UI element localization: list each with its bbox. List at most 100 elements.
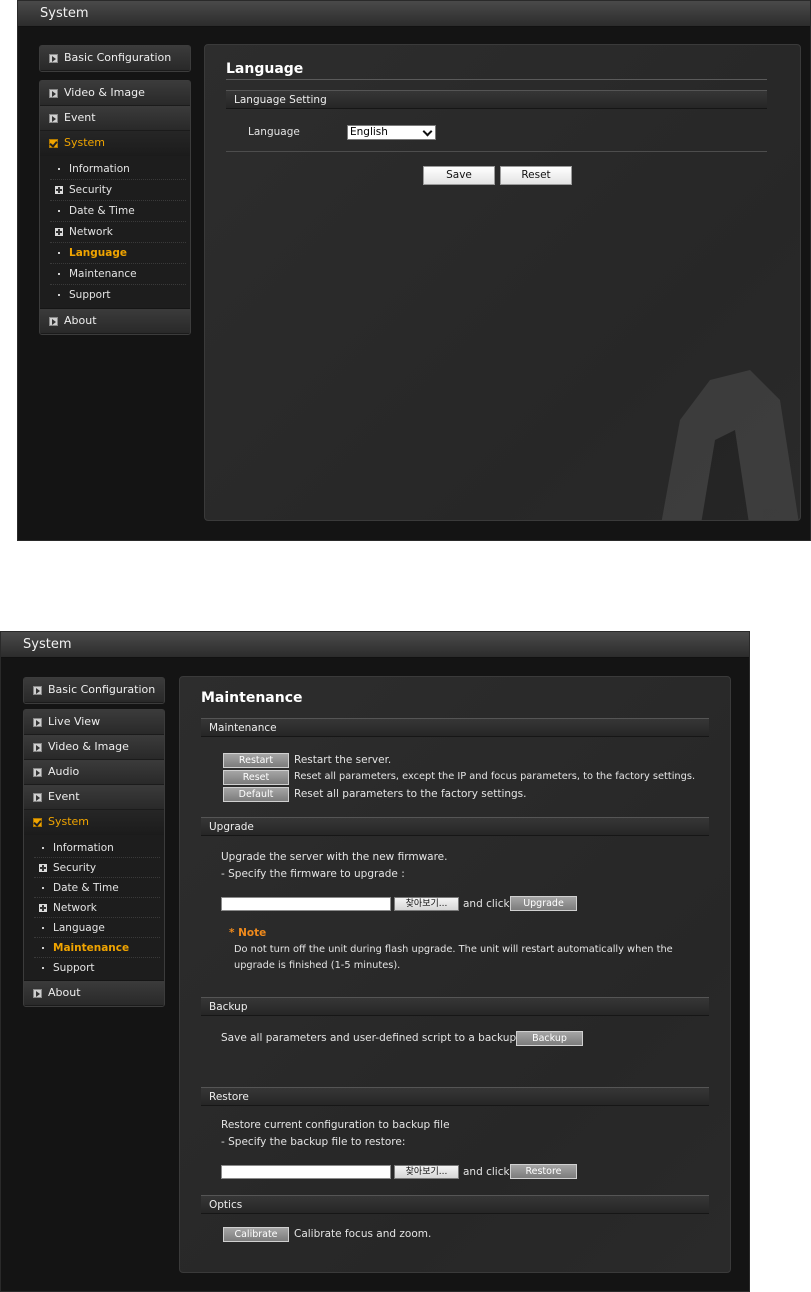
menu-item-basic-configuration[interactable]: Basic Configuration bbox=[24, 678, 164, 703]
default-button[interactable]: Default bbox=[223, 787, 289, 802]
arrow-icon bbox=[33, 686, 42, 695]
menu-item-label: Video & Image bbox=[48, 740, 129, 753]
arrow-icon bbox=[33, 718, 42, 727]
language-select[interactable]: English bbox=[347, 125, 436, 140]
chevron-down-icon bbox=[422, 126, 433, 137]
restore-button[interactable]: Restore bbox=[510, 1164, 577, 1179]
arrow-icon bbox=[49, 89, 58, 98]
menu-item-live-view[interactable]: Live View bbox=[24, 710, 164, 735]
submenu-item-support[interactable]: Support bbox=[34, 958, 160, 978]
arrow-icon bbox=[33, 768, 42, 777]
expand-plus-icon[interactable] bbox=[39, 904, 47, 912]
section-header-restore: Restore bbox=[201, 1087, 709, 1106]
submenu-label: Security bbox=[69, 184, 113, 196]
arrow-icon bbox=[33, 989, 42, 998]
upgrade-specify-text: - Specify the firmware to upgrade : bbox=[221, 868, 405, 880]
section-header-optics: Optics bbox=[201, 1195, 709, 1214]
submenu-label: Date & Time bbox=[69, 205, 135, 217]
arrow-icon bbox=[33, 743, 42, 752]
menu-item-video-image[interactable]: Video & Image bbox=[24, 735, 164, 760]
menu-item-label: Video & Image bbox=[64, 86, 145, 99]
submenu-item-maintenance[interactable]: Maintenance bbox=[34, 938, 160, 958]
reset-description: Reset all parameters, except the IP and … bbox=[294, 771, 696, 782]
bullet-icon bbox=[58, 273, 60, 275]
menu-group-basic: Basic Configuration bbox=[39, 45, 191, 72]
submenu-item-maintenance[interactable]: Maintenance bbox=[50, 264, 186, 285]
note-line-1: Do not turn off the unit during flash up… bbox=[234, 944, 673, 955]
system-submenu: Information Security Date & Time Network… bbox=[24, 835, 164, 981]
menu-item-label: About bbox=[48, 986, 81, 999]
restore-instruction: Restore current configuration to backup … bbox=[221, 1119, 450, 1131]
menu-item-system[interactable]: System bbox=[24, 810, 164, 835]
page-title: Language bbox=[226, 61, 304, 77]
submenu-item-date-time[interactable]: Date & Time bbox=[50, 201, 186, 222]
save-button[interactable]: Save bbox=[423, 166, 495, 185]
page-title: Maintenance bbox=[201, 690, 303, 706]
backup-button[interactable]: Backup bbox=[516, 1031, 583, 1046]
bullet-icon bbox=[58, 210, 60, 212]
menu-group-basic: Basic Configuration bbox=[23, 677, 165, 704]
bullet-icon bbox=[58, 168, 60, 170]
language-select-value: English bbox=[350, 126, 388, 138]
submenu-label: Support bbox=[69, 289, 111, 301]
menu-item-basic-configuration[interactable]: Basic Configuration bbox=[40, 46, 190, 71]
system-submenu: Information Security Date & Time Network… bbox=[40, 156, 190, 309]
submenu-item-language[interactable]: Language bbox=[34, 918, 160, 938]
menu-item-event[interactable]: Event bbox=[24, 785, 164, 810]
submenu-label: Information bbox=[69, 163, 130, 175]
expand-plus-icon[interactable] bbox=[55, 186, 63, 194]
submenu-item-information[interactable]: Information bbox=[34, 838, 160, 858]
submenu-item-network[interactable]: Network bbox=[34, 898, 160, 918]
menu-item-about[interactable]: About bbox=[24, 981, 164, 1006]
menu-item-event[interactable]: Event bbox=[40, 106, 190, 131]
note-title: * Note bbox=[229, 927, 267, 939]
menu-group-main: Video & Image Event System Information S… bbox=[39, 80, 191, 335]
bullet-icon bbox=[42, 887, 44, 889]
maintenance-screen: System Basic Configuration Live View Vid… bbox=[0, 631, 750, 1292]
submenu-item-security[interactable]: Security bbox=[34, 858, 160, 878]
menu-item-label: System bbox=[48, 815, 90, 828]
menu-item-audio[interactable]: Audio bbox=[24, 760, 164, 785]
check-icon bbox=[49, 139, 58, 148]
submenu-label: Language bbox=[69, 247, 127, 259]
reset-button[interactable]: Reset bbox=[500, 166, 572, 185]
submenu-item-security[interactable]: Security bbox=[50, 180, 186, 201]
bullet-icon bbox=[42, 927, 44, 929]
backup-file-input[interactable] bbox=[221, 1165, 391, 1179]
firmware-file-input[interactable] bbox=[221, 897, 391, 911]
backup-browse-button[interactable]: 찾아보기... bbox=[394, 1165, 459, 1179]
restart-button[interactable]: Restart bbox=[223, 753, 289, 768]
expand-plus-icon[interactable] bbox=[39, 864, 47, 872]
section-header-maintenance: Maintenance bbox=[201, 718, 709, 737]
menu-item-label: Event bbox=[64, 111, 96, 124]
submenu-item-support[interactable]: Support bbox=[50, 285, 186, 306]
bullet-icon bbox=[58, 294, 60, 296]
bullet-icon bbox=[58, 252, 60, 254]
menu-item-label: Basic Configuration bbox=[64, 51, 172, 64]
content-panel: Language Language Setting Language Engli… bbox=[204, 44, 801, 521]
menu-item-video-image[interactable]: Video & Image bbox=[40, 81, 190, 106]
check-icon bbox=[33, 818, 42, 827]
arrow-icon bbox=[33, 793, 42, 802]
menu-item-label: Event bbox=[48, 790, 80, 803]
menu-item-about[interactable]: About bbox=[40, 309, 190, 334]
menu-item-label: System bbox=[64, 136, 106, 149]
arrow-icon bbox=[49, 317, 58, 326]
section-header-backup: Backup bbox=[201, 997, 709, 1016]
menu-item-system[interactable]: System bbox=[40, 131, 190, 156]
upgrade-button[interactable]: Upgrade bbox=[510, 896, 577, 911]
expand-plus-icon[interactable] bbox=[55, 228, 63, 236]
submenu-item-information[interactable]: Information bbox=[50, 159, 186, 180]
restart-description: Restart the server. bbox=[294, 754, 392, 766]
restore-specify-text: - Specify the backup file to restore: bbox=[221, 1136, 406, 1148]
reset-button[interactable]: Reset bbox=[223, 770, 289, 785]
submenu-item-network[interactable]: Network bbox=[50, 222, 186, 243]
submenu-label: Maintenance bbox=[69, 268, 137, 280]
firmware-browse-button[interactable]: 찾아보기... bbox=[394, 897, 459, 911]
calibrate-button[interactable]: Calibrate bbox=[223, 1227, 289, 1242]
submenu-item-language[interactable]: Language bbox=[50, 243, 186, 264]
submenu-item-date-time[interactable]: Date & Time bbox=[34, 878, 160, 898]
menu-group-main: Live View Video & Image Audio Event Syst… bbox=[23, 709, 165, 1007]
title-divider bbox=[226, 79, 767, 80]
and-click-text: and click bbox=[463, 898, 510, 910]
